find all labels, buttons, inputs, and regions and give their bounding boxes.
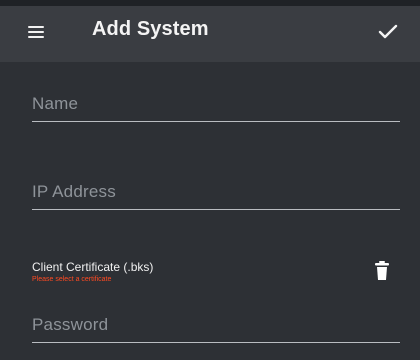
page-title: Add System: [92, 18, 209, 40]
menu-button[interactable]: [22, 20, 50, 44]
client-certificate-label: Client Certificate (.bks): [32, 260, 154, 274]
ip-address-underline: [32, 209, 400, 210]
delete-certificate-button[interactable]: [372, 260, 392, 282]
password-field[interactable]: Password: [32, 315, 400, 345]
name-placeholder: Name: [32, 94, 79, 113]
trash-icon: [375, 261, 389, 280]
client-certificate-row[interactable]: Client Certificate (.bks) Please select …: [32, 260, 400, 296]
name-underline: [32, 121, 400, 122]
ip-address-field[interactable]: IP Address: [32, 182, 400, 212]
save-button[interactable]: [374, 18, 402, 46]
status-bar-strip: [0, 0, 420, 6]
app-bar: Add System: [0, 0, 420, 62]
menu-icon-line-2: [28, 31, 44, 33]
client-certificate-error: Please select a certificate: [32, 276, 112, 283]
name-field[interactable]: Name: [32, 94, 400, 124]
check-icon: [378, 24, 398, 39]
menu-icon-line-1: [28, 26, 44, 28]
add-system-screen: Add System Name IP Address Client Certif…: [0, 0, 420, 360]
ip-address-placeholder: IP Address: [32, 182, 116, 201]
menu-icon-line-3: [28, 36, 44, 38]
password-placeholder: Password: [32, 315, 109, 334]
password-underline: [32, 342, 400, 343]
